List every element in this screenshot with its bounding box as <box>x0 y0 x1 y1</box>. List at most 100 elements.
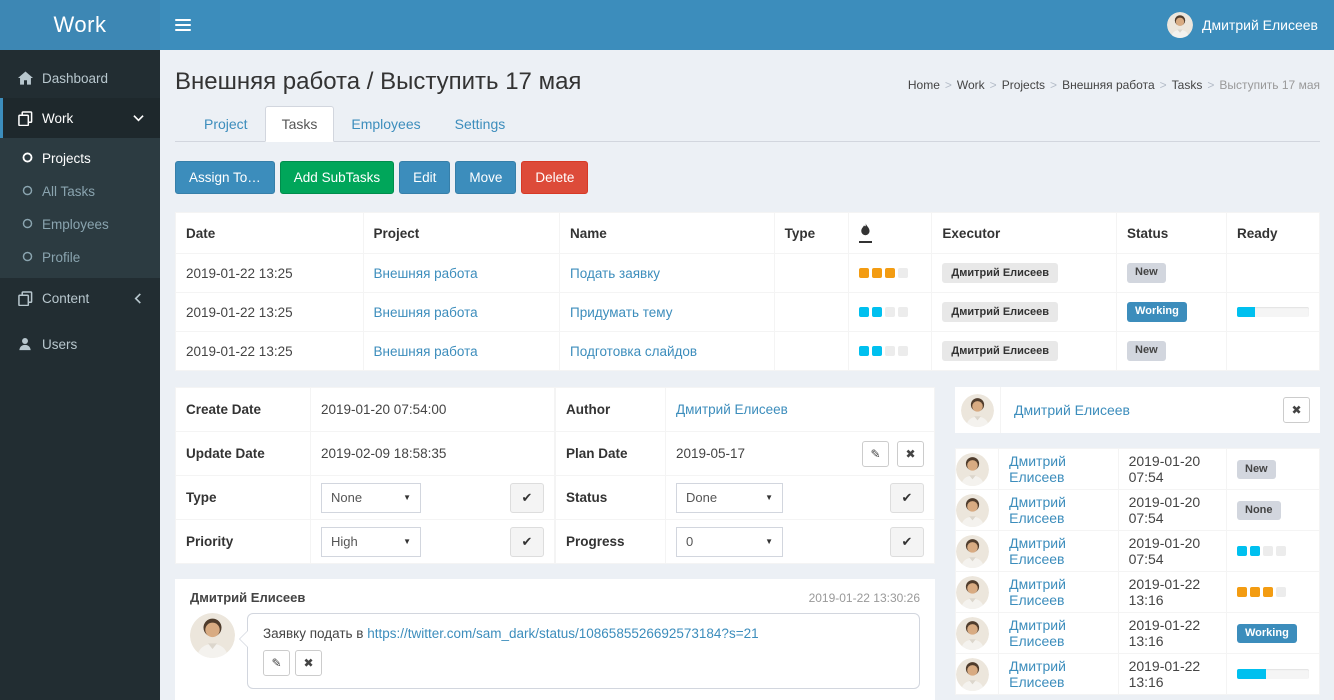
activity-user-link[interactable]: Дмитрий Елисеев <box>1009 658 1066 690</box>
sidebar-item-profile[interactable]: Profile <box>0 241 160 274</box>
author-link[interactable]: Дмитрий Елисеев <box>676 402 788 417</box>
app-logo[interactable]: Work <box>0 0 160 50</box>
breadcrumb: Home>Work>Projects>Внешняя работа>Tasks>… <box>908 78 1320 92</box>
progress-select[interactable]: 0 ▼ <box>676 527 783 557</box>
sidebar-item-all-tasks[interactable]: All Tasks <box>0 175 160 208</box>
priority-sort-link[interactable] <box>859 223 872 243</box>
progress-apply-button[interactable]: ✔ <box>890 527 924 557</box>
breadcrumb-home[interactable]: Home <box>908 78 940 92</box>
user-avatar <box>1167 12 1193 38</box>
content-area: Внешняя работа / Выступить 17 мая Home>W… <box>160 50 1334 700</box>
activity-row: Дмитрий Елисеев 2019-01-22 13:16 Working <box>956 613 1320 654</box>
activity-row: Дмитрий Елисеев 2019-01-22 13:16 <box>956 654 1320 695</box>
sidebar-item-projects[interactable]: Projects <box>0 142 160 175</box>
close-icon: ✖ <box>905 447 915 461</box>
delete-button[interactable]: Delete <box>521 161 588 194</box>
executor-badge: Дмитрий Елисеев <box>942 263 1058 283</box>
tasks-tbody: 2019-01-22 13:25 Внешняя работа Подать з… <box>176 254 1320 371</box>
sidebar-item-employees[interactable]: Employees <box>0 208 160 241</box>
task-project-link[interactable]: Внешняя работа <box>374 266 478 281</box>
activity-row: Дмитрий Елисеев 2019-01-20 07:54 None <box>956 490 1320 531</box>
column-header-name: Name <box>560 213 775 254</box>
status-apply-button[interactable]: ✔ <box>890 483 924 513</box>
column-header-project: Project <box>363 213 560 254</box>
status-select[interactable]: Done ▼ <box>676 483 783 513</box>
status-badge: New <box>1237 460 1276 479</box>
breadcrumb-tasks[interactable]: Tasks <box>1172 78 1203 92</box>
user-name: Дмитрий Елисеев <box>1202 17 1318 33</box>
plan-date-clear-button[interactable]: ✖ <box>897 441 924 467</box>
status-badge: None <box>1237 501 1281 520</box>
tab-tasks[interactable]: Tasks <box>265 106 335 142</box>
activity-row: Дмитрий Елисеев 2019-01-20 07:54 New <box>956 449 1320 490</box>
hamburger-icon <box>175 19 191 21</box>
tab-employees[interactable]: Employees <box>334 106 437 142</box>
copy-icon <box>17 110 33 126</box>
breadcrumb-project[interactable]: Внешняя работа <box>1062 78 1155 92</box>
avatar <box>190 613 235 658</box>
sidebar-toggle-button[interactable] <box>160 0 206 50</box>
column-header-status: Status <box>1117 213 1227 254</box>
column-header-type: Type <box>774 213 849 254</box>
breadcrumb-work[interactable]: Work <box>957 78 985 92</box>
task-name-link[interactable]: Придумать тему <box>570 305 672 320</box>
pencil-icon: ✎ <box>870 447 880 461</box>
breadcrumb-projects[interactable]: Projects <box>1002 78 1045 92</box>
update-date-label: Update Date <box>176 432 311 476</box>
activity-row: Дмитрий Елисеев 2019-01-20 07:54 <box>956 531 1320 572</box>
plan-date-value: 2019-05-17 <box>676 446 745 461</box>
table-row[interactable]: 2019-01-22 13:25 Внешняя работа Подать з… <box>176 254 1320 293</box>
executor-link[interactable]: Дмитрий Елисеев <box>1014 402 1130 418</box>
sidebar-item-content[interactable]: Content <box>0 278 160 318</box>
plan-date-edit-button[interactable]: ✎ <box>862 441 889 467</box>
priority-apply-button[interactable]: ✔ <box>510 527 544 557</box>
circle-icon <box>22 184 33 199</box>
sidebar-item-users[interactable]: Users <box>0 324 160 364</box>
task-name-link[interactable]: Подать заявку <box>570 266 660 281</box>
caret-icon: ▼ <box>765 537 773 546</box>
executor-badge: Дмитрий Елисеев <box>942 341 1058 361</box>
activity-avatar <box>956 576 989 609</box>
comment-edit-button[interactable]: ✎ <box>263 650 290 676</box>
activity-user-link[interactable]: Дмитрий Елисеев <box>1009 453 1066 485</box>
activity-time: 2019-01-20 07:54 <box>1118 449 1226 490</box>
task-name-link[interactable]: Подготовка слайдов <box>570 344 697 359</box>
caret-icon: ▼ <box>403 493 411 502</box>
comment-delete-button[interactable]: ✖ <box>295 650 322 676</box>
priority-select[interactable]: High ▼ <box>321 527 421 557</box>
assign-to-button[interactable]: Assign To… <box>175 161 275 194</box>
add-subtasks-button[interactable]: Add SubTasks <box>280 161 394 194</box>
sidebar-item-dashboard[interactable]: Dashboard <box>0 58 160 98</box>
plan-date-label: Plan Date <box>556 432 666 476</box>
comment-text: Заявку подать в <box>263 626 367 641</box>
table-row[interactable]: 2019-01-22 13:25 Внешняя работа Придумат… <box>176 293 1320 332</box>
priority-dots <box>859 307 908 317</box>
sidebar-item-work[interactable]: Work <box>0 98 160 138</box>
move-button[interactable]: Move <box>455 161 516 194</box>
task-date: 2019-01-22 13:25 <box>176 332 364 371</box>
progress-bar <box>1237 307 1309 317</box>
type-select[interactable]: None ▼ <box>321 483 421 513</box>
executor-badge: Дмитрий Елисеев <box>942 302 1058 322</box>
user-menu[interactable]: Дмитрий Елисеев <box>1151 0 1334 50</box>
avatar <box>1167 12 1193 38</box>
pencil-icon: ✎ <box>271 656 281 670</box>
activity-user-link[interactable]: Дмитрий Елисеев <box>1009 617 1066 649</box>
task-project-link[interactable]: Внешняя работа <box>374 305 478 320</box>
status-badge: Working <box>1237 624 1297 643</box>
update-date-value: 2019-02-09 18:58:35 <box>311 432 555 476</box>
activity-user-link[interactable]: Дмитрий Елисеев <box>1009 494 1066 526</box>
type-apply-button[interactable]: ✔ <box>510 483 544 513</box>
executor-avatar <box>961 394 994 427</box>
revoke-executor-button[interactable]: ✖ <box>1283 397 1310 423</box>
comment-link[interactable]: https://twitter.com/sam_dark/status/1086… <box>367 626 758 641</box>
activity-user-link[interactable]: Дмитрий Елисеев <box>1009 535 1066 567</box>
task-project-link[interactable]: Внешняя работа <box>374 344 478 359</box>
table-row[interactable]: 2019-01-22 13:25 Внешняя работа Подготов… <box>176 332 1320 371</box>
activity-user-link[interactable]: Дмитрий Елисеев <box>1009 576 1066 608</box>
edit-button[interactable]: Edit <box>399 161 450 194</box>
tab-settings[interactable]: Settings <box>438 106 523 142</box>
comment-author: Дмитрий Елисеев <box>190 590 305 605</box>
tab-project[interactable]: Project <box>187 106 265 142</box>
caret-icon: ▼ <box>765 493 773 502</box>
